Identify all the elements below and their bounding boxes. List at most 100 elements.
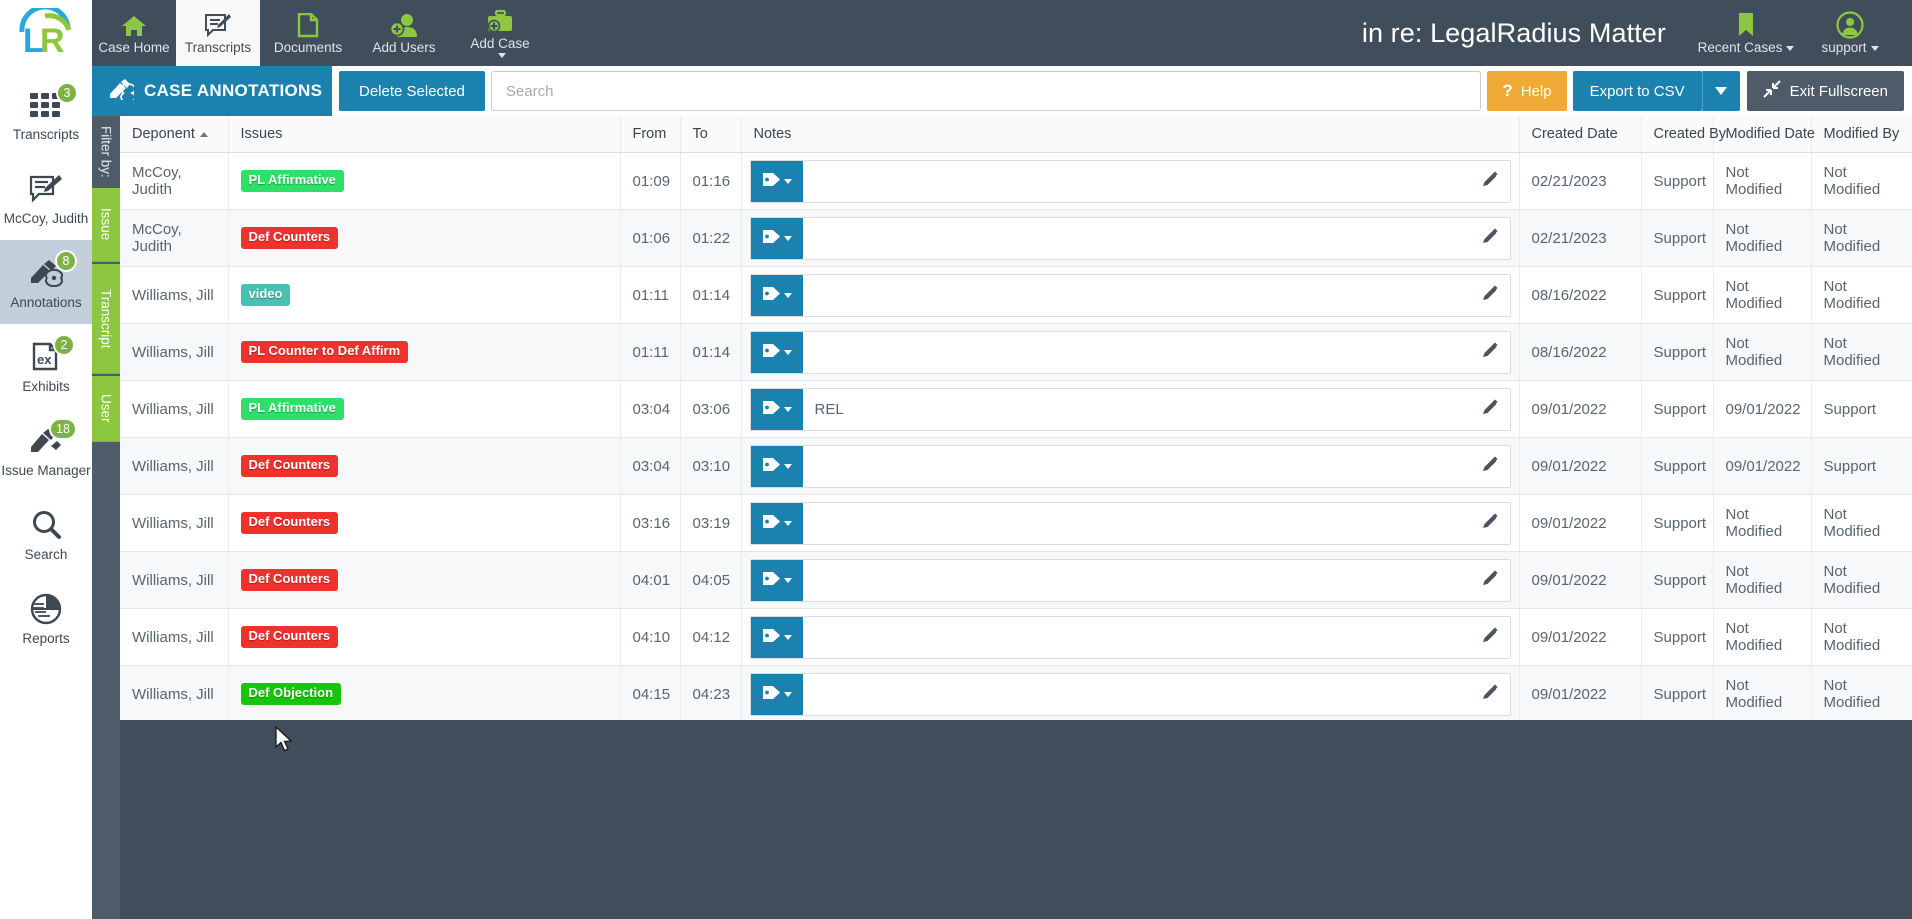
issue-tag[interactable]: Def Counters (240, 512, 339, 534)
nav-item-add-case[interactable]: Add Case (452, 0, 548, 66)
cell-modified-date: Not Modified (1713, 152, 1812, 210)
svg-text:R: R (40, 22, 65, 58)
edit-note-button[interactable] (1470, 626, 1510, 648)
cell-created-date: 09/01/2022 (1519, 665, 1642, 720)
tag-icon (762, 342, 781, 363)
help-button[interactable]: ? Help (1487, 71, 1567, 111)
app-logo[interactable]: L R (0, 0, 92, 66)
edit-note-button[interactable] (1470, 170, 1510, 192)
note-editor (749, 159, 1511, 203)
filter-by-heading: Filter by: (98, 126, 114, 178)
column-header-modified-date[interactable]: Modified Date (1713, 116, 1815, 153)
tag-dropdown-button[interactable] (750, 217, 803, 259)
nav-item-case-home[interactable]: Case Home (92, 0, 176, 66)
tag-dropdown-button[interactable] (750, 388, 803, 430)
cell-issues: Def Counters (228, 608, 621, 666)
sidebar-item-search[interactable]: Search (0, 492, 92, 576)
edit-note-button[interactable] (1470, 227, 1510, 249)
edit-note-button[interactable] (1470, 341, 1510, 363)
exit-fullscreen-button[interactable]: Exit Fullscreen (1746, 71, 1904, 111)
filter-tab-issue[interactable]: Issue (92, 188, 120, 262)
pencil-icon (1481, 569, 1499, 591)
tag-dropdown-button[interactable] (750, 559, 803, 601)
table-row[interactable]: Williams, Jill Def Counters 04:01 04:05 09/0… (120, 551, 1912, 609)
nav-item-documents[interactable]: Documents (260, 0, 356, 66)
tag-dropdown-button[interactable] (750, 616, 803, 658)
cell-notes (741, 152, 1520, 210)
table-row[interactable]: Williams, Jill PL Counter to Def Affirm 01… (120, 323, 1912, 381)
edit-note-button[interactable] (1470, 398, 1510, 420)
table-row[interactable]: Williams, Jill video 01:11 01:14 08/16/2022 S… (120, 266, 1912, 324)
nav-item-add-users[interactable]: Add Users (356, 0, 452, 66)
tag-icon (762, 456, 781, 477)
column-header-deponent[interactable]: Deponent (120, 116, 229, 153)
nav-item-transcripts[interactable]: Transcripts (176, 0, 260, 66)
tag-dropdown-button[interactable] (750, 274, 803, 316)
cell-created-date: 09/01/2022 (1519, 608, 1642, 666)
sidebar-item-reports[interactable]: Reports (0, 576, 92, 660)
filter-tab-user[interactable]: User (92, 376, 120, 442)
recent-cases-menu[interactable]: Recent Cases (1694, 0, 1798, 66)
table-row[interactable]: Williams, Jill Def Counters 03:04 03:10 09/0… (120, 437, 1912, 495)
account-menu[interactable]: support (1798, 0, 1902, 66)
issue-tag[interactable]: PL Affirmative (240, 170, 344, 192)
chevron-down-icon (783, 577, 792, 583)
table-row[interactable]: Williams, Jill PL Affirmative 03:04 03:06 RE… (120, 380, 1912, 438)
column-header-modified-by[interactable]: Modified By (1811, 116, 1912, 153)
table-row[interactable]: McCoy, Judith PL Affirmative 01:09 01:16 02/… (120, 152, 1912, 210)
cell-created-by: Support (1641, 323, 1714, 381)
sidebar-item-annotations[interactable]: 8 Annotations (0, 240, 92, 324)
cell-created-by: Support (1641, 494, 1714, 552)
column-header-to[interactable]: To (680, 116, 742, 153)
sidebar-item-mccoy-judith[interactable]: McCoy, Judith (0, 156, 92, 240)
table-row[interactable]: Williams, Jill Def Counters 03:16 03:19 09/0… (120, 494, 1912, 552)
issue-tag[interactable]: Def Counters (240, 455, 339, 477)
chevron-down-icon (783, 634, 792, 640)
issue-tag[interactable]: Def Counters (240, 227, 339, 249)
cell-notes (741, 494, 1520, 552)
edit-note-button[interactable] (1470, 455, 1510, 477)
export-dropdown-toggle[interactable] (1701, 71, 1740, 111)
issue-tag[interactable]: PL Affirmative (240, 398, 344, 420)
table-row[interactable]: Williams, Jill Def Counters 04:10 04:12 09/0… (120, 608, 1912, 666)
cell-from: 01:06 (620, 209, 681, 267)
issue-tag[interactable]: Def Counters (240, 626, 339, 648)
cell-issues: PL Affirmative (228, 380, 621, 438)
sidebar-item-issue-manager[interactable]: 18 Issue Manager (0, 408, 92, 492)
badge-count: 8 (55, 249, 77, 272)
tag-dropdown-button[interactable] (750, 445, 803, 487)
search-input[interactable] (490, 71, 1482, 111)
edit-note-button[interactable] (1470, 284, 1510, 306)
tag-dropdown-button[interactable] (750, 502, 803, 544)
column-header-issues[interactable]: Issues (228, 116, 621, 153)
cell-deponent: McCoy, Judith (120, 209, 229, 267)
column-header-created-date[interactable]: Created Date (1519, 116, 1642, 153)
badge-count: 18 (49, 417, 77, 440)
column-header-created-by[interactable]: Created By (1641, 116, 1726, 153)
issue-tag[interactable]: PL Counter to Def Affirm (240, 341, 409, 363)
note-text[interactable]: REL (803, 401, 1470, 418)
column-header-from[interactable]: From (620, 116, 681, 153)
tag-dropdown-button[interactable] (750, 160, 803, 202)
export-to-csv-button[interactable]: Export to CSV (1572, 71, 1702, 111)
tag-dropdown-button[interactable] (750, 331, 803, 373)
tag-icon (762, 228, 781, 249)
sidebar-item-transcripts[interactable]: 3 Transcripts (0, 72, 92, 156)
nav-item-label: Add Case (470, 36, 530, 51)
column-header-notes[interactable]: Notes (741, 116, 1520, 153)
filter-tab-transcript[interactable]: Transcript (92, 264, 120, 374)
cell-modified-by: Not Modified (1811, 209, 1912, 267)
sidebar-item-exhibits[interactable]: ex 2 Exhibits (0, 324, 92, 408)
edit-note-button[interactable] (1470, 569, 1510, 591)
edit-note-button[interactable] (1470, 683, 1510, 705)
edit-note-button[interactable] (1470, 512, 1510, 534)
cell-notes (741, 266, 1520, 324)
issue-tag[interactable]: Def Counters (240, 569, 339, 591)
table-row[interactable]: Williams, Jill Def Objection 04:15 04:23 09/… (120, 665, 1912, 720)
table-row[interactable]: McCoy, Judith Def Counters 01:06 01:22 02/21… (120, 209, 1912, 267)
highlighter-icon (108, 78, 136, 105)
delete-selected-button[interactable]: Delete Selected (339, 71, 485, 111)
issue-tag[interactable]: video (240, 284, 291, 306)
tag-dropdown-button[interactable] (750, 673, 803, 715)
issue-tag[interactable]: Def Objection (240, 683, 342, 705)
